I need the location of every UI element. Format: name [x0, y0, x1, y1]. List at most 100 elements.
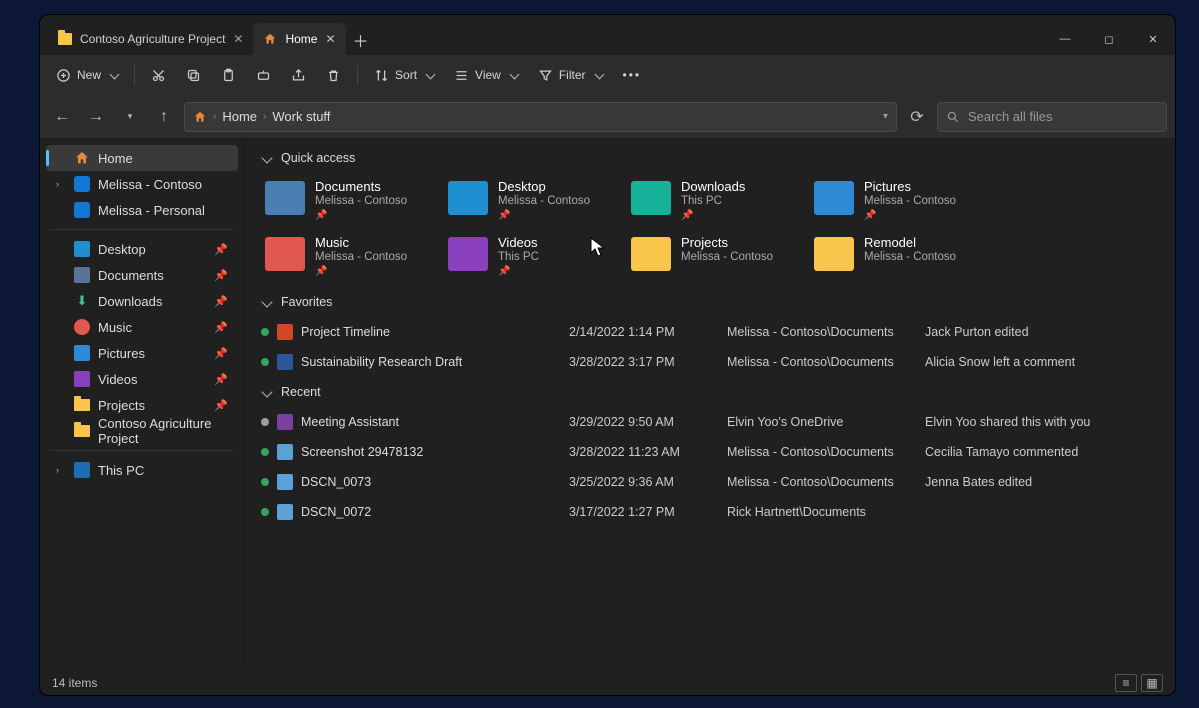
sidebar-item-this-pc[interactable]: › This PC — [46, 457, 238, 483]
sidebar-label: Melissa - Personal — [98, 203, 205, 218]
maximize-button[interactable]: ◻ — [1087, 23, 1131, 55]
sidebar-item-projects[interactable]: Projects 📌 — [46, 392, 238, 418]
file-name: DSCN_0072 — [301, 505, 561, 519]
quick-access-item[interactable]: Remodel Melissa - Contoso — [810, 231, 985, 281]
onedrive-icon — [74, 202, 90, 218]
file-row[interactable]: Meeting Assistant 3/29/2022 9:50 AM Elvi… — [261, 407, 1159, 437]
forward-button[interactable]: → — [82, 103, 110, 131]
sort-button[interactable]: Sort — [366, 62, 442, 89]
expand-icon[interactable]: › — [56, 465, 59, 475]
search-box[interactable]: Search all files — [937, 102, 1167, 132]
breadcrumb-workstuff[interactable]: Work stuff — [272, 109, 330, 124]
sync-status-icon — [261, 508, 269, 516]
file-row[interactable]: Screenshot 29478132 3/28/2022 11:23 AM M… — [261, 437, 1159, 467]
sidebar-item-videos[interactable]: Videos 📌 — [46, 366, 238, 392]
home-icon — [263, 32, 277, 46]
pin-icon: 📌 — [214, 243, 228, 256]
up-button[interactable]: ↑ — [150, 103, 178, 131]
pin-icon: 📌 — [214, 321, 228, 334]
item-location: This PC — [681, 195, 745, 207]
search-icon — [946, 110, 960, 124]
item-location: Melissa - Contoso — [315, 251, 407, 263]
quick-access-item[interactable]: Pictures Melissa - Contoso 📌 — [810, 175, 985, 225]
item-name: Pictures — [864, 179, 956, 194]
rename-button[interactable] — [248, 62, 279, 89]
sidebar-item-downloads[interactable]: ⬇ Downloads 📌 — [46, 288, 238, 314]
sidebar-label: Pictures — [98, 346, 145, 361]
file-location: Rick Hartnett\Documents — [727, 505, 917, 519]
address-bar[interactable]: › Home › Work stuff ▾ — [184, 102, 897, 132]
folder-thumb-icon — [265, 181, 305, 215]
sync-status-icon — [261, 358, 269, 366]
copy-button[interactable] — [178, 62, 209, 89]
file-row[interactable]: DSCN_0073 3/25/2022 9:36 AM Melissa - Co… — [261, 467, 1159, 497]
item-location: Melissa - Contoso — [864, 195, 956, 207]
quick-access-item[interactable]: Desktop Melissa - Contoso 📌 — [444, 175, 619, 225]
address-dropdown-icon[interactable]: ▾ — [883, 111, 888, 122]
item-name: Downloads — [681, 179, 745, 194]
minimize-button[interactable]: ― — [1043, 23, 1087, 55]
quick-access-item[interactable]: Videos This PC 📌 — [444, 231, 619, 281]
view-button[interactable]: View — [446, 62, 526, 89]
sidebar-item-account-contoso[interactable]: › Melissa - Contoso — [46, 171, 238, 197]
more-button[interactable]: ••• — [615, 62, 650, 88]
file-name: DSCN_0073 — [301, 475, 561, 489]
close-window-button[interactable]: ✕ — [1131, 23, 1175, 55]
folder-icon — [74, 397, 90, 413]
share-button[interactable] — [283, 62, 314, 89]
desktop-icon — [74, 241, 90, 257]
quick-access-item[interactable]: Downloads This PC 📌 — [627, 175, 802, 225]
pc-icon — [74, 462, 90, 478]
section-favorites[interactable]: Favorites — [245, 289, 1175, 315]
sidebar-item-pictures[interactable]: Pictures 📌 — [46, 340, 238, 366]
sidebar-item-account-personal[interactable]: Melissa - Personal — [46, 197, 238, 223]
sidebar-item-documents[interactable]: Documents 📌 — [46, 262, 238, 288]
section-quick-access[interactable]: Quick access — [245, 145, 1175, 171]
tiles-view-button[interactable]: ▦ — [1141, 674, 1163, 692]
file-row[interactable]: Project Timeline 2/14/2022 1:14 PM Melis… — [261, 317, 1159, 347]
file-date: 3/29/2022 9:50 AM — [569, 415, 719, 429]
file-row[interactable]: DSCN_0072 3/17/2022 1:27 PM Rick Hartnet… — [261, 497, 1159, 527]
close-tab-icon[interactable]: ✕ — [325, 32, 335, 46]
tab-home[interactable]: Home ✕ — [253, 23, 345, 55]
cut-button[interactable] — [143, 62, 174, 89]
new-button[interactable]: New — [48, 62, 126, 89]
tab-label: Home — [285, 32, 317, 46]
filter-button[interactable]: Filter — [530, 62, 611, 89]
view-switcher: ≡ ▦ — [1115, 674, 1163, 692]
divider — [50, 229, 234, 230]
quick-access-item[interactable]: Documents Melissa - Contoso 📌 — [261, 175, 436, 225]
file-type-icon — [277, 444, 293, 460]
item-name: Videos — [498, 235, 539, 250]
delete-button[interactable] — [318, 62, 349, 89]
back-button[interactable]: ← — [48, 103, 76, 131]
sidebar-item-music[interactable]: Music 📌 — [46, 314, 238, 340]
new-tab-button[interactable]: ＋ — [346, 25, 376, 55]
paste-button[interactable] — [213, 62, 244, 89]
details-view-button[interactable]: ≡ — [1115, 674, 1137, 692]
file-activity: Jack Purton edited — [925, 325, 1159, 339]
tab-contoso-project[interactable]: Contoso Agriculture Project ✕ — [48, 23, 253, 55]
sidebar-item-home[interactable]: Home — [46, 145, 238, 171]
sidebar-item-desktop[interactable]: Desktop 📌 — [46, 236, 238, 262]
quick-access-item[interactable]: Projects Melissa - Contoso — [627, 231, 802, 281]
expand-icon[interactable]: › — [56, 179, 59, 189]
folder-thumb-icon — [265, 237, 305, 271]
refresh-button[interactable]: ⟳ — [903, 103, 931, 131]
section-recent[interactable]: Recent — [245, 379, 1175, 405]
history-dropdown[interactable]: ▾ — [116, 103, 144, 131]
folder-thumb-icon — [631, 237, 671, 271]
file-location: Melissa - Contoso\Documents — [727, 445, 917, 459]
quick-access-item[interactable]: Music Melissa - Contoso 📌 — [261, 231, 436, 281]
folder-thumb-icon — [814, 181, 854, 215]
close-tab-icon[interactable]: ✕ — [233, 32, 243, 46]
file-type-icon — [277, 474, 293, 490]
file-location: Elvin Yoo's OneDrive — [727, 415, 917, 429]
file-row[interactable]: Sustainability Research Draft 3/28/2022 … — [261, 347, 1159, 377]
section-label: Quick access — [281, 151, 355, 165]
pin-icon: 📌 — [498, 266, 539, 277]
breadcrumb-home[interactable]: Home — [222, 109, 257, 124]
sidebar-item-contoso-project[interactable]: Contoso Agriculture Project — [46, 418, 238, 444]
file-activity: Alicia Snow left a comment — [925, 355, 1159, 369]
status-bar: 14 items ≡ ▦ — [40, 669, 1175, 695]
